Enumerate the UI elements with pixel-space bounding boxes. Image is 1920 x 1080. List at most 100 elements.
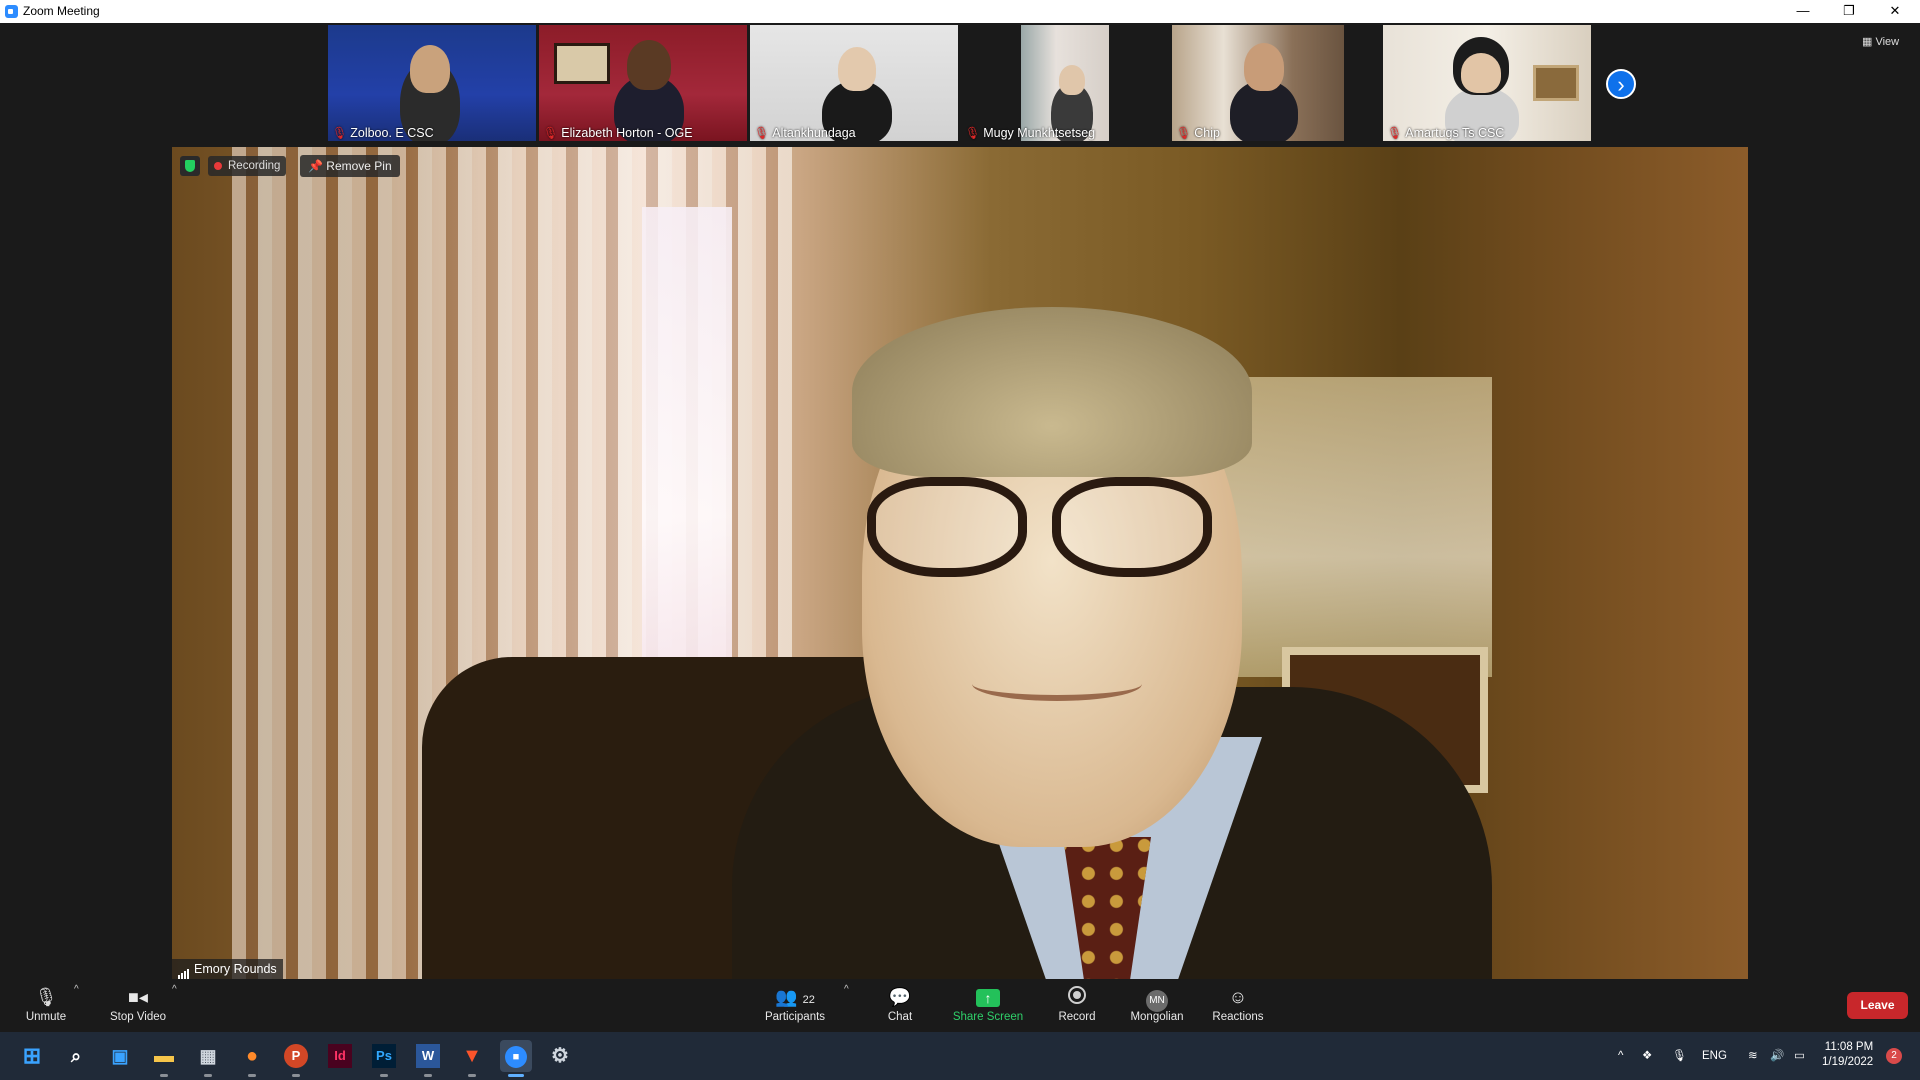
word-icon[interactable]: W [412, 1040, 444, 1072]
restore-button[interactable]: ❐ [1826, 0, 1872, 23]
running-indicator [380, 1074, 388, 1077]
chat-icon: 💬 [888, 987, 912, 1007]
video-options-caret[interactable]: ^ [172, 984, 177, 995]
chat-button[interactable]: 💬 Chat [878, 980, 922, 1030]
language-indicator[interactable]: ENG [1702, 1032, 1727, 1080]
smiley-icon: ☺ [1228, 987, 1248, 1007]
participant-name: 🎙 Amartugs Ts CSC [1387, 126, 1505, 140]
zoom-icon[interactable]: ■ [500, 1040, 532, 1072]
start-icon[interactable]: ⊞ [16, 1040, 48, 1072]
participant-face [410, 45, 450, 93]
mic-muted-icon: 🎙 [1387, 126, 1403, 140]
zoom-app-icon [5, 5, 18, 18]
language-interpretation-button[interactable]: MN Mongolian [1124, 980, 1190, 1030]
running-indicator [204, 1074, 212, 1077]
video-camera-icon: ■◂ [128, 987, 148, 1007]
participant-name: 🎙 Zolboo. E CSC [332, 126, 434, 140]
participant-name: 🎙 Elizabeth Horton - OGE [543, 126, 693, 140]
settings-icon[interactable]: ⚙ [544, 1040, 576, 1072]
leave-button[interactable]: Leave [1847, 992, 1908, 1019]
indesign-icon[interactable]: Id [324, 1040, 356, 1072]
share-screen-button[interactable]: ↑ Share Screen [950, 980, 1026, 1030]
clock-date: 1/19/2022 [1822, 1056, 1874, 1068]
mic-muted-icon: 🎙 [332, 126, 348, 140]
notification-badge[interactable]: 2 [1886, 1048, 1902, 1064]
video-thumbnail[interactable]: 🎙 Zolboo. E CSC [328, 25, 536, 141]
next-page-button[interactable]: › [1606, 69, 1636, 99]
stop-video-button[interactable]: ■◂ Stop Video [102, 980, 174, 1030]
photoshop-icon[interactable]: Ps [368, 1040, 400, 1072]
mic-muted-icon: 🎙 [543, 126, 559, 140]
record-icon [1068, 986, 1086, 1004]
participant-face [838, 47, 876, 91]
running-indicator [468, 1074, 476, 1077]
encryption-shield-icon[interactable] [180, 156, 200, 176]
audio-options-caret[interactable]: ^ [74, 984, 79, 995]
widgets-icon[interactable]: ▣ [104, 1040, 136, 1072]
speaker-name-label: Emory Rounds [172, 959, 283, 979]
mic-muted-icon: 🎙 [965, 126, 981, 140]
wifi-icon[interactable]: ≋ [1748, 1032, 1758, 1080]
running-indicator [160, 1074, 168, 1077]
close-button[interactable]: ✕ [1872, 0, 1918, 23]
minimize-button[interactable]: — [1780, 0, 1826, 23]
video-thumbnail[interactable]: 🎙 Mugy Munkhtsetseg [961, 25, 1169, 141]
participant-name: 🎙 Chip [1176, 126, 1220, 140]
participants-count: 22 [802, 994, 815, 1006]
running-indicator [424, 1074, 432, 1077]
brave-icon[interactable]: ▼ [456, 1040, 488, 1072]
speaker-hair [852, 307, 1252, 477]
remove-pin-button[interactable]: 📌 Remove Pin [300, 155, 400, 177]
active-indicator [508, 1074, 524, 1077]
participants-icon: 👥 [775, 987, 798, 1007]
microphone-icon[interactable]: 🎙 [1672, 1032, 1687, 1080]
mic-muted-icon: 🎙 [754, 126, 770, 140]
participant-face [1059, 65, 1085, 95]
participants-button[interactable]: 👥 22 Participants [757, 980, 833, 1030]
main-speaker-video[interactable] [172, 147, 1748, 979]
wall-frame [1533, 65, 1579, 101]
video-thumbnail[interactable]: 🎙 Elizabeth Horton - OGE [539, 25, 747, 141]
pin-icon: 📌 [308, 159, 327, 173]
video-thumbnail[interactable]: 🎙 Altankhundaga [750, 25, 958, 141]
participant-face [1244, 43, 1284, 91]
mic-muted-icon: 🎙 [1176, 126, 1192, 140]
clock-time: 11:08 PM [1824, 1041, 1874, 1053]
language-avatar: MN [1146, 990, 1168, 1012]
speaker-glasses [867, 477, 1217, 587]
video-thumbnail[interactable]: 🎙 Chip [1172, 25, 1380, 141]
recording-dot-icon [214, 161, 222, 170]
window-title: Zoom Meeting [23, 4, 100, 18]
unmute-button[interactable]: 🎙 Unmute [18, 980, 74, 1030]
firefox-icon[interactable]: ● [236, 1040, 268, 1072]
grid-icon: ▦ [1862, 36, 1876, 48]
participants-options-caret[interactable]: ^ [844, 984, 849, 995]
glasses-lens [1052, 477, 1212, 577]
participant-face [1461, 53, 1501, 93]
search-icon[interactable]: ⌕ [60, 1040, 92, 1072]
dropbox-icon[interactable]: ❖ [1642, 1032, 1652, 1080]
reactions-button[interactable]: ☺ Reactions [1210, 980, 1266, 1030]
participant-name: 🎙 Mugy Munkhtsetseg [965, 126, 1096, 140]
share-screen-icon: ↑ [976, 989, 1000, 1007]
recording-indicator[interactable]: Recording [208, 156, 287, 176]
windows-taskbar: ⊞ ⌕ ▣ ▬ ▦ ● P Id Ps W ▼ ■ ⚙ [0, 1032, 1920, 1080]
record-button[interactable]: Record [1052, 980, 1102, 1030]
signal-bars-icon [178, 959, 190, 979]
battery-icon[interactable]: ▭ [1794, 1032, 1805, 1080]
calculator-icon[interactable]: ▦ [192, 1040, 224, 1072]
file-explorer-icon[interactable]: ▬ [148, 1040, 180, 1072]
powerpoint-icon[interactable]: P [280, 1040, 312, 1072]
meeting-controls: 🎙 Unmute ^ ■◂ Stop Video ^ 👥 22 Particip… [0, 980, 1920, 1030]
glasses-lens [867, 477, 1027, 577]
participant-face [627, 40, 671, 90]
tray-overflow-icon[interactable]: ^ [1618, 1032, 1623, 1080]
volume-icon[interactable]: 🔊 [1770, 1032, 1784, 1080]
wall-frame [554, 43, 610, 84]
view-button[interactable]: ▦ View [1862, 35, 1899, 48]
speaker-mouth [972, 667, 1142, 701]
video-thumbnail[interactable]: 🎙 Amartugs Ts CSC [1383, 25, 1591, 141]
system-clock[interactable]: 11:08 PM 1/19/2022 [1822, 1040, 1873, 1070]
running-indicator [292, 1074, 300, 1077]
participant-name: 🎙 Altankhundaga [754, 126, 856, 140]
